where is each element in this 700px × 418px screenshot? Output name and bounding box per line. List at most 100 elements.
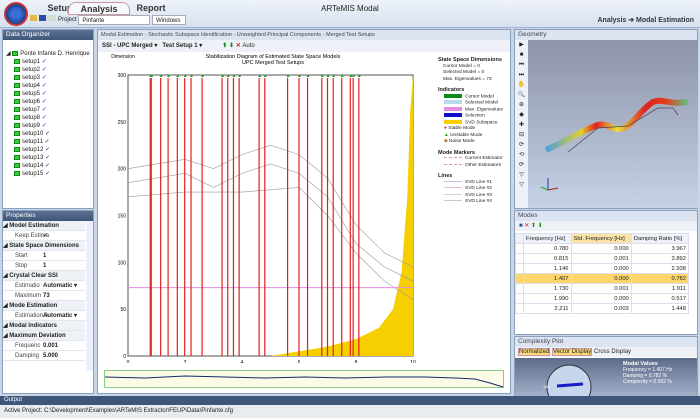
properties-scrollbar[interactable] xyxy=(86,221,93,371)
property-category[interactable]: ◢ Maximum Deviation xyxy=(3,331,85,341)
geometry-tool-icon[interactable]: ⊟ xyxy=(515,130,528,140)
y-tick-label: 100 xyxy=(118,260,127,266)
view-icon[interactable] xyxy=(47,15,57,21)
data-organizer-panel: Data Organizer ◢ Ponte Infante D. Henriq… xyxy=(2,29,94,209)
geometry-tool-icon[interactable]: ▶ xyxy=(515,40,528,50)
project-select[interactable]: Pinfante xyxy=(78,15,151,25)
property-row[interactable]: Start 1 xyxy=(3,251,85,261)
property-category[interactable]: ◢ Mode Estimation xyxy=(3,301,85,311)
table-row[interactable]: 0.815 0.001 3.892 xyxy=(515,253,690,264)
tree-item-setup6[interactable]: setup6 ✓ xyxy=(6,98,93,106)
cross-display-button[interactable]: Cross Display xyxy=(594,349,631,355)
column-std-frequency[interactable]: Std. Frequency [Hz] xyxy=(570,233,632,244)
unstable-mode-marker: ▲ xyxy=(286,73,291,79)
tree-item-setup7[interactable]: setup7 ✓ xyxy=(6,106,93,114)
table-row[interactable]: 0.780 0.000 3.967 xyxy=(515,243,690,254)
properties-panel: Properties ◢ Model Estimation Keep Estima… xyxy=(2,210,94,394)
tree-item-setup13[interactable]: setup13 ✓ xyxy=(6,154,93,162)
arrow-down-icon[interactable]: ⬇ xyxy=(229,43,234,49)
tree-root[interactable]: ◢ Ponte Infante D. Henrique xyxy=(6,50,93,58)
tree-item-setup11[interactable]: setup11 ✓ xyxy=(6,138,93,146)
save-icon[interactable]: ■ xyxy=(519,223,523,229)
property-row[interactable]: Frequenc 0.001 xyxy=(3,341,85,351)
delete-icon[interactable]: ✕ xyxy=(236,43,241,49)
geometry-tool-icon[interactable]: ⟲ xyxy=(515,150,528,160)
y-tick-label: 150 xyxy=(118,214,127,220)
geometry-tool-icon[interactable]: ■ xyxy=(515,50,528,60)
unstable-mode-marker: ▲ xyxy=(231,73,236,79)
unstable-mode-marker: ▲ xyxy=(351,73,356,79)
table-row[interactable]: 1.407 0.000 0.782 xyxy=(515,273,690,284)
geometry-tool-icon[interactable]: ⏭ xyxy=(515,70,528,80)
tree-item-setup4[interactable]: setup4 ✓ xyxy=(6,82,93,90)
property-category[interactable]: ◢ Crystal Clear SSI xyxy=(3,271,85,281)
geometry-tool-icon[interactable]: ⟳ xyxy=(515,140,528,150)
svg-text:180: 180 xyxy=(543,384,550,389)
geometry-tool-icon[interactable]: ✋ xyxy=(515,80,528,90)
vector-display-button[interactable]: Vector Display xyxy=(552,348,593,356)
property-category[interactable]: ◢ Modal Indicators xyxy=(3,321,85,331)
table-row[interactable]: 1.730 0.001 1.911 xyxy=(515,283,690,294)
delete-icon[interactable]: ✕ xyxy=(524,223,529,229)
arrow-up-icon[interactable]: ⬆ xyxy=(222,43,227,49)
x-tick-label: 2 xyxy=(184,360,187,363)
property-row[interactable]: Estimation AAutomatic ▾ xyxy=(3,311,85,321)
geometry-tool-icon[interactable]: ⏮ xyxy=(515,60,528,70)
table-row[interactable]: 1.146 0.000 2.938 xyxy=(515,263,690,274)
geometry-tool-icon[interactable]: ✚ xyxy=(515,120,528,130)
complexity-title: Complexity Plot xyxy=(515,337,697,347)
geometry-tool-icon[interactable]: 🔍 xyxy=(515,90,528,100)
chart-legend: State Space Dimensions Cursor Model = 0 Se… xyxy=(438,57,510,206)
property-row[interactable]: Maximum 73 xyxy=(3,291,85,301)
open-icon[interactable] xyxy=(30,15,37,21)
tree-item-setup14[interactable]: setup14 ✓ xyxy=(6,162,93,170)
property-category[interactable]: ◢ State Space Dimensions xyxy=(3,241,85,251)
overview-strip[interactable] xyxy=(104,370,504,388)
property-row[interactable]: Stop 1 xyxy=(3,261,85,271)
unstable-mode-marker: ▲ xyxy=(306,73,311,79)
arrow-up-icon[interactable]: ⬆ xyxy=(531,223,536,229)
modes-panel: Modes ■ ✕ ⬆ ⬇ Frequency [Hz] Std. Frequen… xyxy=(514,210,698,335)
arrow-down-icon[interactable]: ⬇ xyxy=(538,223,543,229)
tree-item-setup9[interactable]: setup9 ✓ xyxy=(6,122,93,130)
column-damping[interactable]: Damping Ratio [%] xyxy=(630,233,690,244)
property-category[interactable]: ◢ Model Estimation xyxy=(3,221,85,231)
geometry-tool-icon[interactable]: ⟳ xyxy=(515,160,528,170)
data-organizer-title: Data Organizer xyxy=(3,30,93,40)
tree-item-setup5[interactable]: setup5 ✓ xyxy=(6,90,93,98)
tree-item-setup1[interactable]: setup1 ✓ xyxy=(6,58,93,66)
tree-item-setup3[interactable]: setup3 ✓ xyxy=(6,74,93,82)
auto-button[interactable]: Auto xyxy=(242,43,254,49)
unstable-mode-marker: ▲ xyxy=(159,73,164,79)
geometry-tool-icon[interactable]: ▽ xyxy=(515,180,528,190)
tree-item-setup8[interactable]: setup8 ✓ xyxy=(6,114,93,122)
output-tab[interactable]: Output xyxy=(0,397,22,403)
normalized-button[interactable]: Normalized xyxy=(518,348,551,356)
save-icon[interactable] xyxy=(38,15,46,21)
geometry-tool-icon[interactable]: ◆ xyxy=(515,110,528,120)
setup-select[interactable]: Test Setup 1 xyxy=(162,43,197,49)
property-row[interactable]: Keep Estima✓ xyxy=(3,231,85,241)
properties-title: Properties xyxy=(3,211,93,221)
geometry-tool-icon[interactable]: ⊕ xyxy=(515,100,528,110)
geometry-title: Geometry xyxy=(515,30,697,40)
tree-item-setup15[interactable]: setup15 ✓ xyxy=(6,170,93,178)
tree-item-setup12[interactable]: setup12 ✓ xyxy=(6,146,93,154)
unstable-mode-marker: ▲ xyxy=(220,73,225,79)
windows-menu[interactable]: Windows xyxy=(152,15,187,25)
geometry-tool-icon[interactable]: ▽ xyxy=(515,170,528,180)
unstable-mode-marker: ▲ xyxy=(237,73,242,79)
geometry-view[interactable] xyxy=(528,40,698,208)
property-row[interactable]: Estimatio Automatic ▾ xyxy=(3,281,85,291)
tree-item-setup2[interactable]: setup2 ✓ xyxy=(6,66,93,74)
method-select[interactable]: SSI - UPC Merged xyxy=(102,43,153,49)
unstable-mode-marker: ▲ xyxy=(263,73,268,79)
y-axis-label: Dimension xyxy=(111,54,135,60)
tree-item-setup10[interactable]: setup10 ✓ xyxy=(6,130,93,138)
app-title: ARTeMIS Modal xyxy=(321,4,379,13)
column-frequency[interactable]: Frequency [Hz] xyxy=(523,233,572,244)
table-row[interactable]: 2.211 0.003 1.448 xyxy=(515,303,690,314)
table-row[interactable]: 1.990 0.000 0.517 xyxy=(515,293,690,304)
ribbon: Setup Analysis Report Project Pinfante W… xyxy=(0,0,700,28)
property-row[interactable]: Damping 5.000 xyxy=(3,351,85,361)
